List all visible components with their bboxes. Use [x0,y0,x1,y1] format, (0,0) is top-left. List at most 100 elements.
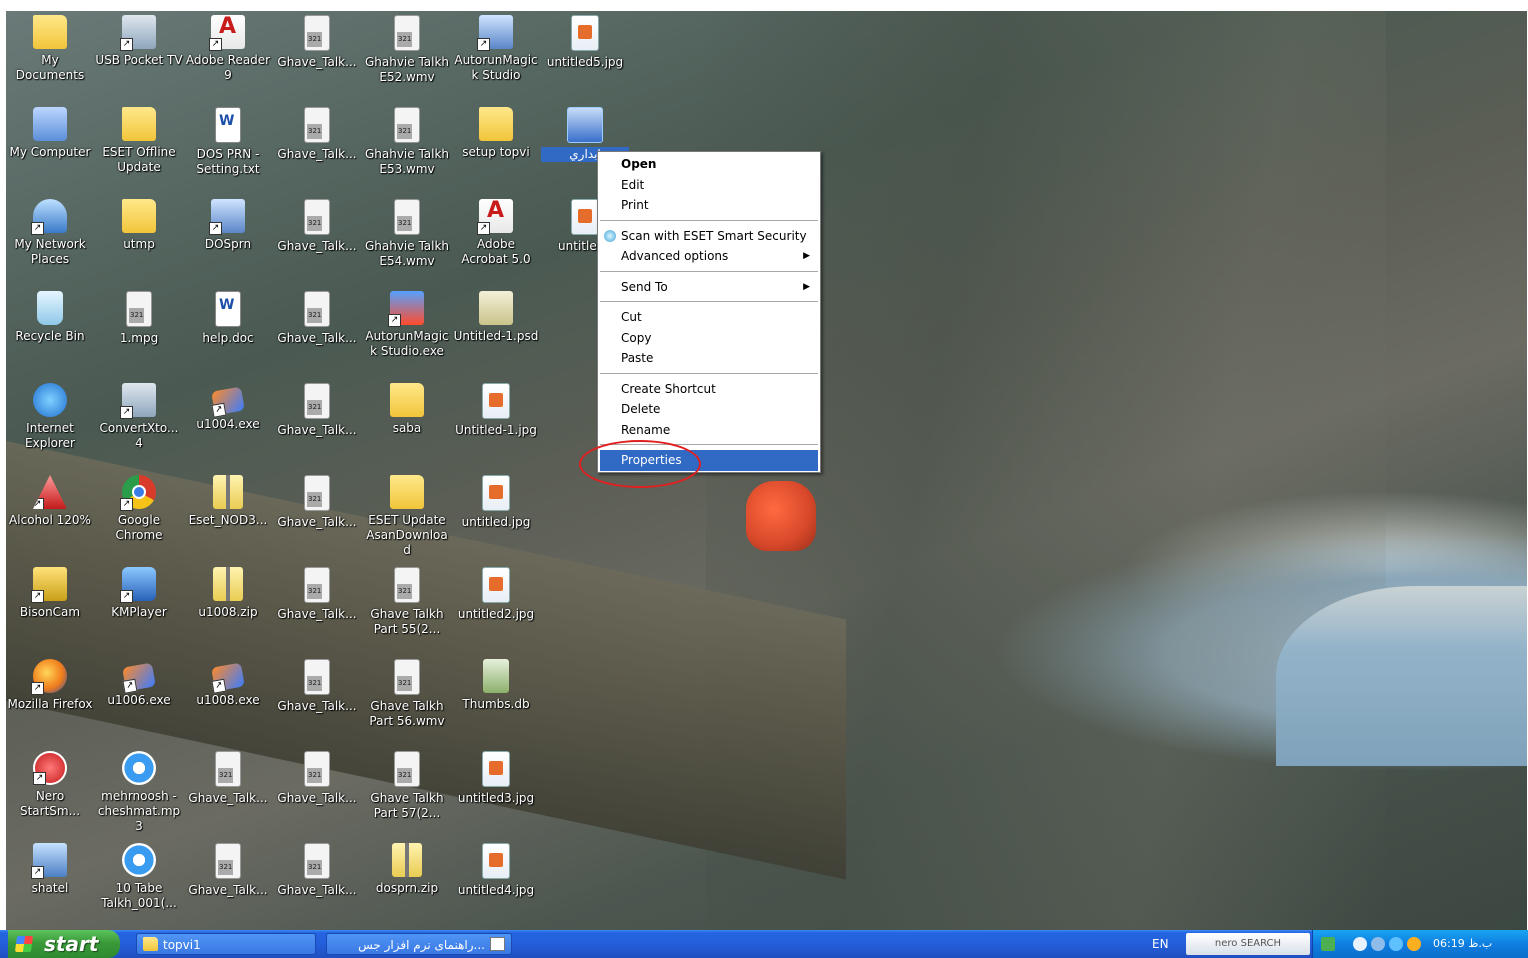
desktop-icon[interactable]: My Network Places [6,199,94,267]
language-indicator[interactable]: EN [1152,930,1169,958]
desktop-icon[interactable]: u1008.zip [184,567,272,620]
nero-icon [33,751,67,785]
menu-item-paste[interactable]: Paste [600,348,818,369]
desktop-icon[interactable]: AutorunMagick Studio.exe [363,291,451,359]
menu-item-edit[interactable]: Edit [600,175,818,196]
desktop-icon[interactable]: untitled4.jpg [452,843,540,898]
desktop-icon[interactable]: u1004.exe [184,383,272,432]
tray-eset-icon[interactable] [1389,937,1403,951]
desktop-icon[interactable]: KMPlayer [95,567,183,620]
desktop-icon[interactable]: Ghave Talkh Part 57(2... [363,751,451,821]
desktop-icon-label: Ghave_Talk... [188,883,268,897]
desktop-icon[interactable]: Ghave_Talk... [273,751,361,806]
desktop-icon[interactable]: Ghave_Talk... [273,843,361,898]
menu-item-advanced-options-label: Advanced options [621,249,729,263]
nero-search-toolbar[interactable]: nero SEARCH [1186,933,1310,955]
desktop-icon-label: Google Chrome [115,513,163,542]
desktop-icon[interactable]: Ghahvie Talkh E52.wmv [363,15,451,85]
desktop-icon[interactable]: Untitled-1.psd [452,291,540,344]
clock[interactable]: 06:19 ب.ظ [1433,930,1492,958]
desktop-icon[interactable]: Nero StartSm... [6,751,94,819]
desktop-icon[interactable]: setup topvi [452,107,540,160]
desktop-icon[interactable]: ESET Offline Update [95,107,183,175]
desktop-icon[interactable]: Ghave_Talk... [184,843,272,898]
folder-icon [390,383,424,417]
desktop-icon[interactable]: untitled5.jpg [541,15,629,70]
menu-item-cut[interactable]: Cut [600,307,818,328]
tray-network-icon[interactable] [1371,937,1385,951]
menu-item-create-shortcut[interactable]: Create Shortcut [600,379,818,400]
desktop-icon[interactable]: Thumbs.db [452,659,540,712]
desktop-icon[interactable]: u1008.exe [184,659,272,708]
desktop-icon[interactable]: help.doc [184,291,272,346]
desktop-icon[interactable]: AutorunMagick Studio [452,15,540,83]
desktop-icon[interactable]: Ghave_Talk... [273,475,361,530]
desktop-icon[interactable]: My Documents [6,15,94,83]
desktop-icon[interactable]: untitled3.jpg [452,751,540,806]
desktop-icon[interactable]: Ghave Talkh Part 55(2... [363,567,451,637]
tray-app-icon[interactable] [1407,937,1421,951]
desktop-icon[interactable]: Ghave_Talk... [273,659,361,714]
desktop-icon[interactable]: ESET Update AsanDownload [363,475,451,558]
desktop-icon[interactable]: Google Chrome [95,475,183,543]
menu-item-scan-eset[interactable]: Scan with ESET Smart Security [600,226,818,247]
menu-item-copy[interactable]: Copy [600,328,818,349]
desktop-icon-label: Ghave_Talk... [277,55,357,69]
desktop-icon[interactable]: untitled2.jpg [452,567,540,622]
menu-item-open[interactable]: Open [600,154,818,175]
desktop-icon[interactable]: Recycle Bin [6,291,94,344]
submenu-arrow-icon: ▶ [803,251,810,261]
desktop-icon-label: u1004.exe [196,417,260,431]
desktop-icon[interactable]: Ghave Talkh Part 56.wmv [363,659,451,729]
desktop-icon[interactable]: Ghahvie Talkh E53.wmv [363,107,451,177]
desktop-icon[interactable]: 1.mpg [95,291,183,346]
desktop-icon[interactable]: USB Pocket TV [95,15,183,68]
desktop-icon[interactable]: Untitled-1.jpg [452,383,540,438]
desktop-icon[interactable]: DOSprn [184,199,272,252]
desktop-icon[interactable]: shatel [6,843,94,896]
desktop-icon[interactable]: Ghave_Talk... [273,15,361,70]
zip-icon [392,843,422,877]
wallpaper-lake [1276,586,1527,766]
desktop-icon[interactable]: Ghave_Talk... [273,107,361,162]
desktop-icon[interactable]: BisonCam [6,567,94,620]
desktop-icon[interactable]: utmp [95,199,183,252]
desktop-icon[interactable]: Internet Explorer [6,383,94,451]
desktop-icon[interactable]: Ghahvie Talkh E54.wmv [363,199,451,269]
menu-item-print[interactable]: Print [600,195,818,216]
desktop-icon[interactable]: Adobe Reader 9 [184,15,272,83]
jpg-icon [482,383,510,419]
taskbar-button-topvi1[interactable]: topvi1 [136,933,316,955]
menu-item-send-to[interactable]: Send To ▶ [600,277,818,298]
desktop-icon[interactable]: Ghave_Talk... [273,383,361,438]
desktop-icon[interactable]: Ghave_Talk... [273,567,361,622]
desktop-icon-label: Ghahvie Talkh E52.wmv [364,55,450,84]
desktop-icon[interactable]: My Computer [6,107,94,160]
desktop-icon[interactable]: DOS PRN - Setting.txt [184,107,272,177]
start-button[interactable]: start [8,930,120,958]
desktop-icon[interactable]: Adobe Acrobat 5.0 [452,199,540,267]
desktop-icon[interactable]: u1006.exe [95,659,183,708]
menu-item-advanced-options[interactable]: Advanced options ▶ [600,246,818,267]
tray-back-icon[interactable] [1353,937,1367,951]
desktop-icon[interactable]: Mozilla Firefox [6,659,94,712]
desktop-icon[interactable]: Eset_NOD3... [184,475,272,528]
desktop-icon[interactable]: Ghave_Talk... [184,751,272,806]
desktop-icon[interactable]: 10 Tabe Talkh_001(... [95,843,183,911]
tray-arrow-icon[interactable] [1321,937,1335,951]
db-icon [483,659,509,693]
taskbar-button-document[interactable]: ...راهنمای نرم افزار جس [326,933,512,955]
desktop-icon[interactable]: untitled.jpg [452,475,540,530]
menu-item-rename[interactable]: Rename [600,420,818,441]
zip-icon [213,475,243,509]
desktop-icon[interactable]: mehrnoosh - cheshmat.mp3 [95,751,183,834]
chrome-icon [120,475,156,511]
desktop-icon[interactable]: Ghave_Talk... [273,291,361,346]
desktop-icon[interactable]: ConvertXto... 4 [95,383,183,451]
menu-item-delete[interactable]: Delete [600,399,818,420]
desktop-icon[interactable]: Alcohol 120% [6,475,94,528]
desktop-icon[interactable]: Ghave_Talk... [273,199,361,254]
desktop-icon[interactable]: saba [363,383,451,436]
desktop-icon[interactable]: dosprn.zip [363,843,451,896]
selected-icon [567,107,603,143]
